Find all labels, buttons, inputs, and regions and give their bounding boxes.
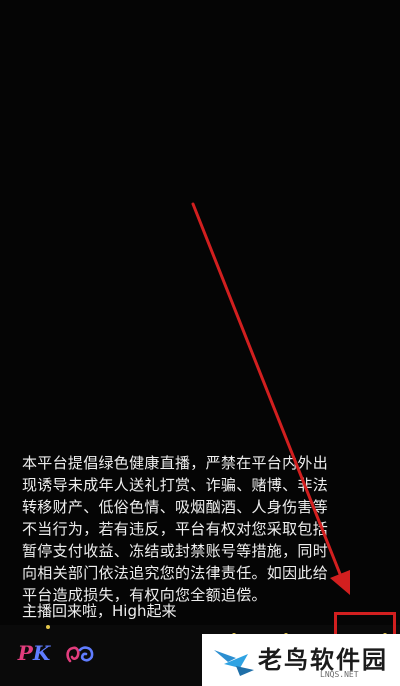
bird-logo-icon	[214, 650, 254, 676]
pk-button[interactable]: PK	[16, 640, 52, 666]
indicator-dot	[46, 625, 50, 629]
watermark: 老鸟软件园 LNQS.NET	[202, 634, 400, 686]
host-message: 主播回来啦，High起来	[22, 602, 177, 620]
pk-letter-k: K	[32, 641, 51, 665]
pk-letter-p: P	[17, 641, 33, 665]
link-mic-icon	[66, 646, 94, 663]
platform-notice: 本平台提倡绿色健康直播，严禁在平台内外出 现诱导未成年人送礼打赏、诈骗、赌博、非…	[22, 454, 329, 604]
watermark-domain: LNQS.NET	[320, 670, 359, 679]
link-mic-button[interactable]	[64, 640, 98, 668]
